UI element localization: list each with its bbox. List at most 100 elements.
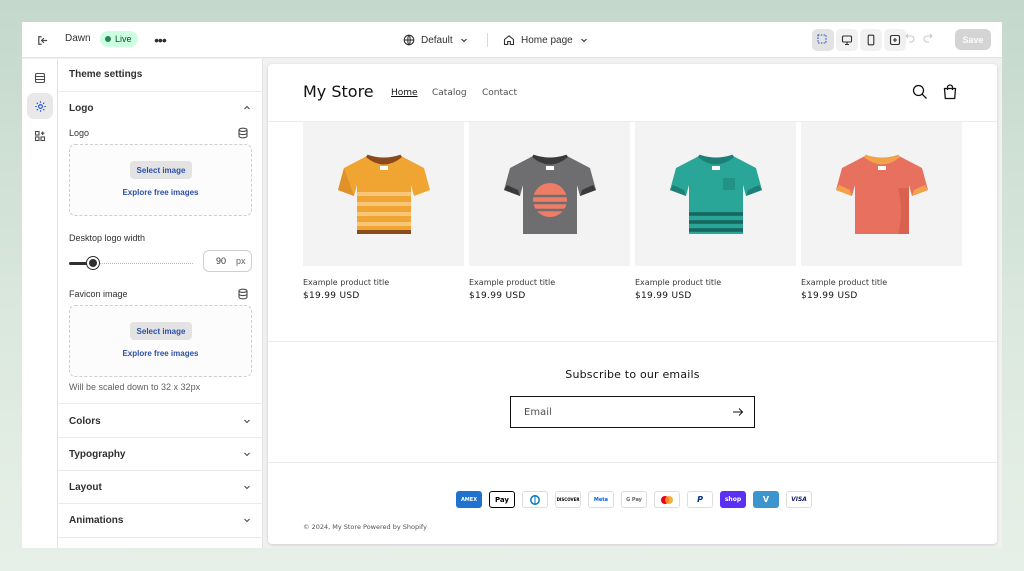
product-image[interactable]: [303, 122, 464, 266]
product-title[interactable]: Example product title: [303, 278, 464, 287]
theme-editor-window: Dawn Live ••• Default Home page Save The…: [22, 22, 1002, 548]
panel-title: Theme settings: [69, 69, 143, 80]
section-header-logo[interactable]: Logo: [69, 100, 252, 116]
select-image-button[interactable]: Select image: [130, 322, 192, 340]
section-header-layout[interactable]: Layout: [69, 479, 252, 495]
desktop-logo-width-label: Desktop logo width: [69, 233, 146, 243]
section-title: Animations: [69, 514, 124, 526]
sections-icon[interactable]: [27, 65, 53, 91]
discover-icon: DISCOVER: [555, 491, 581, 508]
section-title: Logo: [69, 102, 94, 114]
divider: [58, 537, 262, 538]
tshirt-icon: [669, 154, 762, 234]
store-logo-text[interactable]: My Store: [303, 82, 374, 101]
paypal-icon: P: [687, 491, 713, 508]
section-header-typography[interactable]: Typography: [69, 446, 252, 462]
desktop-view-icon[interactable]: [836, 29, 858, 51]
nav-link-contact[interactable]: Contact: [482, 88, 517, 98]
product-price: $19.99 USD: [303, 291, 360, 301]
product-card[interactable]: Example product title $19.99 USD: [303, 122, 464, 301]
footer-divider: [268, 462, 997, 463]
product-card[interactable]: Example product title $19.99 USD: [469, 122, 630, 301]
undo-icon[interactable]: [904, 31, 916, 43]
app-embeds-icon[interactable]: [27, 123, 53, 149]
chevron-down-icon: [460, 38, 467, 43]
section-divider: [268, 341, 997, 342]
section-title: Colors: [69, 415, 101, 427]
editor-rail: [22, 59, 58, 548]
home-icon: [503, 35, 515, 46]
tshirt-icon: [503, 154, 596, 234]
undo-redo-group: [904, 31, 934, 43]
live-label: Live: [115, 34, 132, 44]
divider: [58, 403, 262, 404]
preset-label: Default: [421, 34, 453, 46]
fullscreen-icon[interactable]: [884, 29, 906, 51]
visa-icon: VISA: [786, 491, 812, 508]
database-icon[interactable]: [237, 127, 249, 139]
live-dot-icon: [105, 36, 111, 42]
view-toolbar: [812, 29, 906, 51]
nav-link-home[interactable]: Home: [391, 88, 418, 98]
logo-width-unit: px: [236, 256, 246, 266]
divider: [58, 470, 262, 471]
chevron-down-icon: [244, 452, 250, 457]
preset-selector[interactable]: Default: [403, 31, 469, 49]
section-title: Typography: [69, 448, 126, 460]
tshirt-icon: [337, 154, 430, 234]
redo-icon[interactable]: [922, 31, 934, 43]
tshirt-icon: [835, 154, 928, 234]
google-pay-icon: G Pay: [621, 491, 647, 508]
newsletter-email-input[interactable]: Email: [510, 396, 755, 428]
exit-icon[interactable]: [32, 30, 52, 50]
save-button[interactable]: Save: [955, 29, 991, 50]
product-image[interactable]: [635, 122, 796, 266]
footer-copyright: © 2024, My Store Powered by Shopify: [303, 523, 427, 531]
select-image-button[interactable]: Select image: [130, 161, 192, 179]
template-selector[interactable]: Home page: [503, 31, 589, 49]
product-price: $19.99 USD: [635, 291, 692, 301]
chevron-down-icon: [244, 485, 250, 490]
product-price: $19.99 USD: [801, 291, 858, 301]
logo-width-input[interactable]: 90 px: [203, 250, 252, 272]
favicon-image-picker: Select image Explore free images: [69, 305, 252, 377]
product-card[interactable]: Example product title $19.99 USD: [635, 122, 796, 301]
meta-pay-icon: Meta: [588, 491, 614, 508]
product-title[interactable]: Example product title: [469, 278, 630, 287]
chevron-down-icon: [244, 518, 250, 523]
product-image[interactable]: [801, 122, 962, 266]
product-image[interactable]: [469, 122, 630, 266]
amex-icon: AMEX: [456, 491, 482, 508]
divider: [58, 437, 262, 438]
newsletter-title: Subscribe to our emails: [565, 368, 700, 381]
search-icon[interactable]: [911, 83, 929, 101]
explore-free-images-link[interactable]: Explore free images: [70, 188, 251, 197]
explore-free-images-link[interactable]: Explore free images: [70, 349, 251, 358]
section-header-colors[interactable]: Colors: [69, 413, 252, 429]
more-actions-icon[interactable]: •••: [150, 30, 170, 50]
chevron-down-icon: [580, 38, 587, 43]
product-title[interactable]: Example product title: [801, 278, 962, 287]
payment-icons: AMEX Pay DISCOVER Meta G Pay P shop V VI…: [456, 491, 812, 508]
email-placeholder: Email: [524, 406, 552, 418]
product-title[interactable]: Example product title: [635, 278, 796, 287]
nav-link-catalog[interactable]: Catalog: [432, 88, 467, 98]
product-price: $19.99 USD: [469, 291, 526, 301]
cart-icon[interactable]: [941, 83, 959, 101]
product-card[interactable]: Example product title $19.99 USD: [801, 122, 962, 301]
topbar-divider: [487, 33, 488, 47]
venmo-icon: V: [753, 491, 779, 508]
inspector-icon[interactable]: [812, 29, 834, 51]
shop-pay-icon: shop: [720, 491, 746, 508]
logo-width-slider-thumb[interactable]: [87, 257, 99, 269]
globe-icon: [403, 34, 415, 46]
mobile-view-icon[interactable]: [860, 29, 882, 51]
theme-name: Dawn: [65, 33, 91, 44]
live-badge: Live: [100, 31, 138, 47]
arrow-right-icon[interactable]: [732, 407, 744, 417]
store-preview: My Store Home Catalog Contact Example pr…: [268, 64, 997, 544]
section-title: Layout: [69, 481, 102, 493]
database-icon[interactable]: [237, 288, 249, 300]
section-header-animations[interactable]: Animations: [69, 512, 252, 528]
theme-settings-icon[interactable]: [27, 93, 53, 119]
